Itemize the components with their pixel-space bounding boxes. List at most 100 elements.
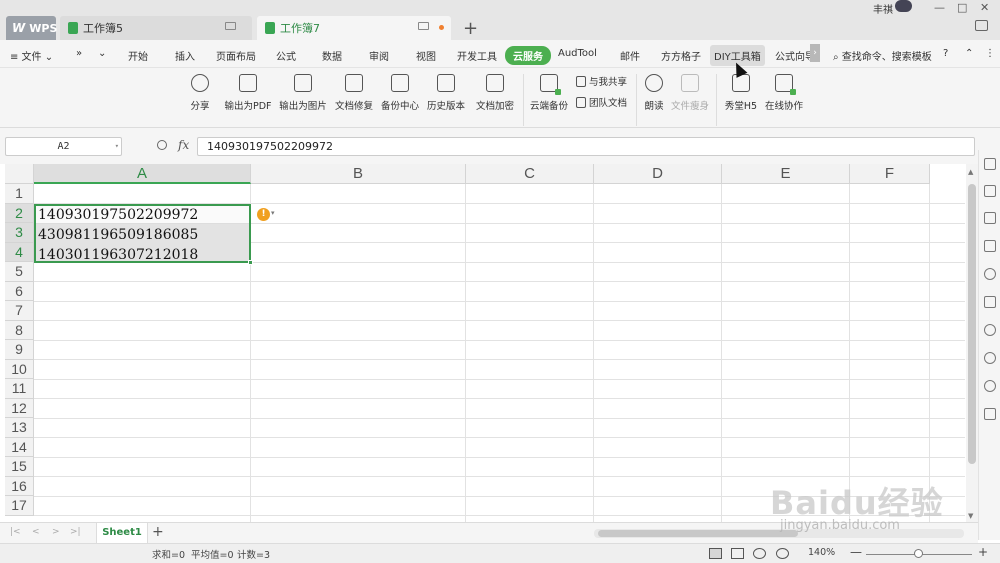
menu-audtool[interactable]: AudTool	[558, 48, 597, 59]
tab-workbook5[interactable]: 工作簿5	[60, 16, 252, 40]
comment-icon[interactable]	[984, 240, 996, 252]
menu-formula[interactable]: 公式	[276, 48, 296, 63]
zoom-icon[interactable]	[157, 140, 167, 150]
cell-a3[interactable]: 430981196509186085	[36, 227, 198, 243]
menu-view[interactable]: 视图	[416, 48, 436, 63]
select-all-corner[interactable]	[5, 164, 34, 184]
command-search[interactable]: ⌕ 查找命令、搜索模板	[833, 48, 932, 63]
vertical-scroll-thumb[interactable]	[968, 184, 976, 464]
reading-mode-icon[interactable]	[753, 548, 766, 559]
tab-wps-home[interactable]: W WPS	[6, 16, 57, 40]
new-tab-button[interactable]: +	[463, 18, 478, 39]
user-name[interactable]: 丰祺	[873, 1, 893, 16]
apps-grid-icon[interactable]	[984, 408, 996, 420]
doc-encrypt-button[interactable]: 文档加密	[467, 72, 523, 112]
pointer-icon[interactable]	[984, 158, 996, 170]
sheet-tab-sheet1[interactable]: Sheet1	[96, 523, 148, 543]
row-header-2[interactable]: 2	[5, 203, 34, 223]
eye-protection-icon[interactable]	[776, 548, 789, 559]
row-header-1[interactable]: 1	[5, 184, 34, 204]
menu-cloud-service[interactable]: 云服务	[505, 46, 551, 65]
column-header-c[interactable]: C	[466, 164, 594, 184]
name-box[interactable]: A2 ▾	[5, 137, 122, 156]
row-header-3[interactable]: 3	[5, 223, 34, 243]
cell-a2[interactable]: 140930197502209972	[36, 207, 198, 223]
cloud-backup-button[interactable]: 云端备份	[521, 72, 577, 112]
shapes-icon[interactable]	[984, 185, 996, 197]
monitor-icon[interactable]	[225, 22, 236, 30]
zoom-in-button[interactable]: +	[978, 545, 988, 559]
row-header-14[interactable]: 14	[5, 437, 34, 457]
row-header-7[interactable]: 7	[5, 301, 34, 321]
menu-mail[interactable]: 邮件	[620, 48, 640, 63]
menu-insert[interactable]: 插入	[175, 48, 195, 63]
menu-review[interactable]: 审阅	[369, 48, 389, 63]
team-docs-button[interactable]: 团队文档	[576, 95, 627, 109]
menu-fangfang[interactable]: 方方格子	[661, 48, 701, 63]
tab-workbook7[interactable]: 工作簿7	[257, 16, 451, 40]
help-icon[interactable]	[984, 380, 996, 392]
formula-input[interactable]: 140930197502209972	[197, 137, 975, 156]
collapse-ribbon-button[interactable]: ⌃	[965, 48, 973, 59]
warning-icon[interactable]: !	[257, 208, 270, 221]
zoom-level[interactable]: 140%	[808, 547, 835, 558]
chevron-down-icon[interactable]: ▾	[271, 209, 275, 217]
menu-page-layout[interactable]: 页面布局	[216, 48, 256, 63]
column-header-d[interactable]: D	[594, 164, 722, 184]
menu-developer[interactable]: 开发工具	[457, 48, 497, 63]
row-header-13[interactable]: 13	[5, 418, 34, 438]
sidebar-toggle-icon[interactable]	[975, 20, 988, 31]
column-header-b[interactable]: B	[251, 164, 466, 184]
export-pdf-button[interactable]: 输出为PDF	[220, 72, 276, 112]
row-header-17[interactable]: 17	[5, 496, 34, 516]
menu-scroll-right[interactable]: ›	[810, 44, 820, 62]
menu-nav-more[interactable]: »	[76, 48, 82, 59]
row-header-6[interactable]: 6	[5, 281, 34, 301]
maximize-button[interactable]: □	[957, 1, 967, 14]
shared-with-me-button[interactable]: 与我共享	[576, 74, 627, 88]
last-sheet-icon[interactable]: >|	[70, 527, 81, 537]
zoom-out-button[interactable]: —	[850, 545, 862, 559]
transform-icon[interactable]	[984, 212, 996, 224]
avatar[interactable]	[895, 0, 912, 12]
menu-file[interactable]: ≡ 文件 ⌄	[10, 48, 53, 63]
row-header-9[interactable]: 9	[5, 340, 34, 360]
horizontal-scroll-thumb[interactable]	[598, 530, 798, 537]
archive-icon[interactable]	[984, 296, 996, 308]
prev-sheet-icon[interactable]: <	[32, 527, 40, 537]
spreadsheet-grid[interactable]: ABCDEF 1 2 3 4 5 6 7 8 9 10 11 12 13 14 15 16 17 1409301…	[5, 164, 965, 522]
overflow-menu-button[interactable]: ⋮	[985, 48, 995, 59]
file-slim-button[interactable]: 文件瘦身	[662, 72, 718, 112]
menu-data[interactable]: 数据	[322, 48, 342, 63]
scroll-up-icon[interactable]: ▲	[968, 168, 973, 176]
insert-function-button[interactable]: fx	[178, 138, 189, 152]
star-icon[interactable]	[984, 268, 996, 280]
next-sheet-icon[interactable]: >	[52, 527, 60, 537]
first-sheet-icon[interactable]: |<	[10, 527, 21, 537]
menu-nav-dropdown[interactable]: ⌄	[98, 48, 106, 59]
vertical-scrollbar[interactable]: ▲ ▼	[966, 164, 978, 522]
history-icon[interactable]	[984, 352, 996, 364]
zoom-slider-handle[interactable]	[914, 549, 923, 558]
row-header-4[interactable]: 4	[5, 242, 34, 262]
help-button[interactable]: ?	[943, 48, 948, 59]
menu-formula-wizard[interactable]: 公式向导	[775, 48, 815, 63]
online-collab-button[interactable]: 在线协作	[756, 72, 812, 112]
add-sheet-button[interactable]: +	[152, 524, 164, 540]
column-header-e[interactable]: E	[722, 164, 850, 184]
row-header-10[interactable]: 10	[5, 359, 34, 379]
minimize-button[interactable]: —	[934, 1, 945, 14]
share-icon[interactable]	[984, 324, 996, 336]
scroll-down-icon[interactable]: ▼	[968, 512, 973, 520]
horizontal-scrollbar[interactable]	[594, 529, 964, 538]
chevron-down-icon[interactable]: ▾	[115, 138, 119, 155]
column-header-a[interactable]: A	[34, 164, 251, 184]
menu-home[interactable]: 开始	[128, 48, 148, 63]
close-button[interactable]: ✕	[980, 1, 989, 14]
monitor-icon[interactable]	[418, 22, 429, 30]
row-header-8[interactable]: 8	[5, 320, 34, 340]
row-header-11[interactable]: 11	[5, 379, 34, 399]
normal-view-icon[interactable]	[709, 548, 722, 559]
row-header-5[interactable]: 5	[5, 262, 34, 282]
row-header-16[interactable]: 16	[5, 476, 34, 496]
